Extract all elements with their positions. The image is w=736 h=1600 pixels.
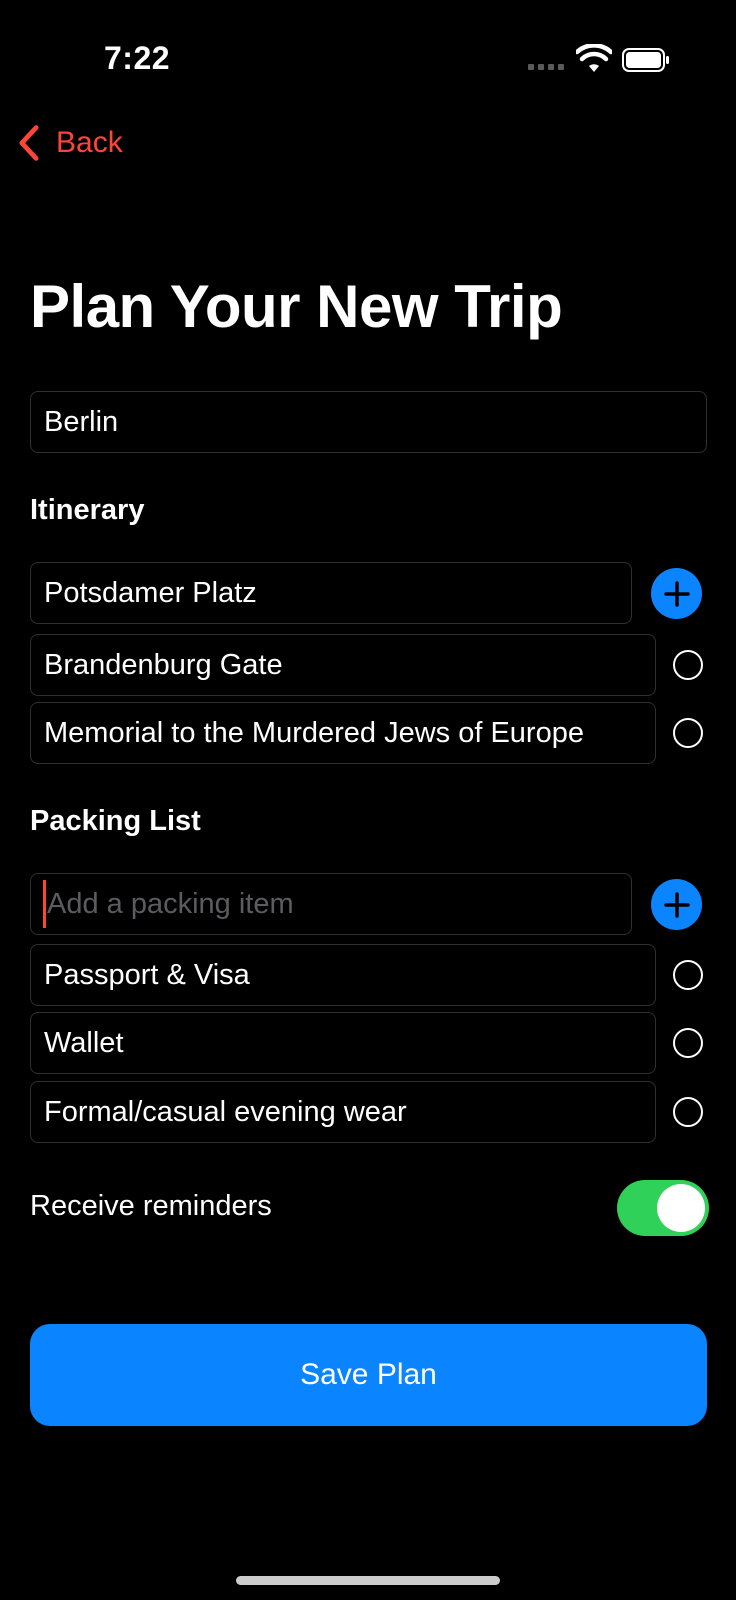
reminders-toggle[interactable] — [617, 1180, 709, 1236]
plus-icon — [663, 891, 690, 918]
itinerary-item-label: Memorial to the Murdered Jews of Europe — [44, 716, 584, 749]
back-button[interactable]: Back — [14, 124, 123, 162]
wifi-icon — [576, 44, 612, 72]
itinerary-input-value: Potsdamer Platz — [44, 576, 257, 609]
itinerary-item[interactable]: Brandenburg Gate — [30, 634, 656, 696]
toggle-knob — [657, 1184, 705, 1232]
plus-icon — [663, 580, 690, 607]
destination-value: Berlin — [44, 405, 119, 438]
status-time: 7:22 — [104, 40, 171, 76]
chevron-left-icon — [19, 125, 39, 161]
save-plan-button[interactable]: Save Plan — [30, 1324, 707, 1426]
battery-icon — [622, 48, 669, 72]
text-cursor — [43, 880, 46, 928]
itinerary-input[interactable]: Potsdamer Platz — [30, 562, 632, 624]
packing-item-label: Passport & Visa — [44, 958, 250, 991]
packing-input-placeholder: Add a packing item — [47, 887, 294, 920]
page-title: Plan Your New Trip — [30, 273, 563, 340]
packing-item[interactable]: Wallet — [30, 1012, 656, 1074]
packing-item-checkbox[interactable] — [673, 1097, 703, 1127]
itinerary-item-checkbox[interactable] — [673, 650, 703, 680]
packing-item-label: Wallet — [44, 1026, 124, 1059]
packing-heading: Packing List — [30, 805, 201, 837]
packing-item-checkbox[interactable] — [673, 960, 703, 990]
packing-item-label: Formal/casual evening wear — [44, 1095, 407, 1128]
reminders-label: Receive reminders — [30, 1190, 272, 1222]
save-plan-label: Save Plan — [300, 1358, 437, 1391]
packing-input[interactable]: Add a packing item — [30, 873, 632, 935]
packing-item[interactable]: Passport & Visa — [30, 944, 656, 1006]
add-packing-button[interactable] — [651, 879, 702, 930]
cellular-signal-icon — [528, 64, 564, 70]
home-indicator[interactable] — [236, 1576, 500, 1585]
destination-field[interactable]: Berlin — [30, 391, 707, 453]
itinerary-item[interactable]: Memorial to the Murdered Jews of Europe — [30, 702, 656, 764]
back-label: Back — [56, 126, 123, 159]
itinerary-item-checkbox[interactable] — [673, 718, 703, 748]
itinerary-item-label: Brandenburg Gate — [44, 648, 283, 681]
itinerary-heading: Itinerary — [30, 494, 145, 526]
add-itinerary-button[interactable] — [651, 568, 702, 619]
packing-item[interactable]: Formal/casual evening wear — [30, 1081, 656, 1143]
packing-item-checkbox[interactable] — [673, 1028, 703, 1058]
